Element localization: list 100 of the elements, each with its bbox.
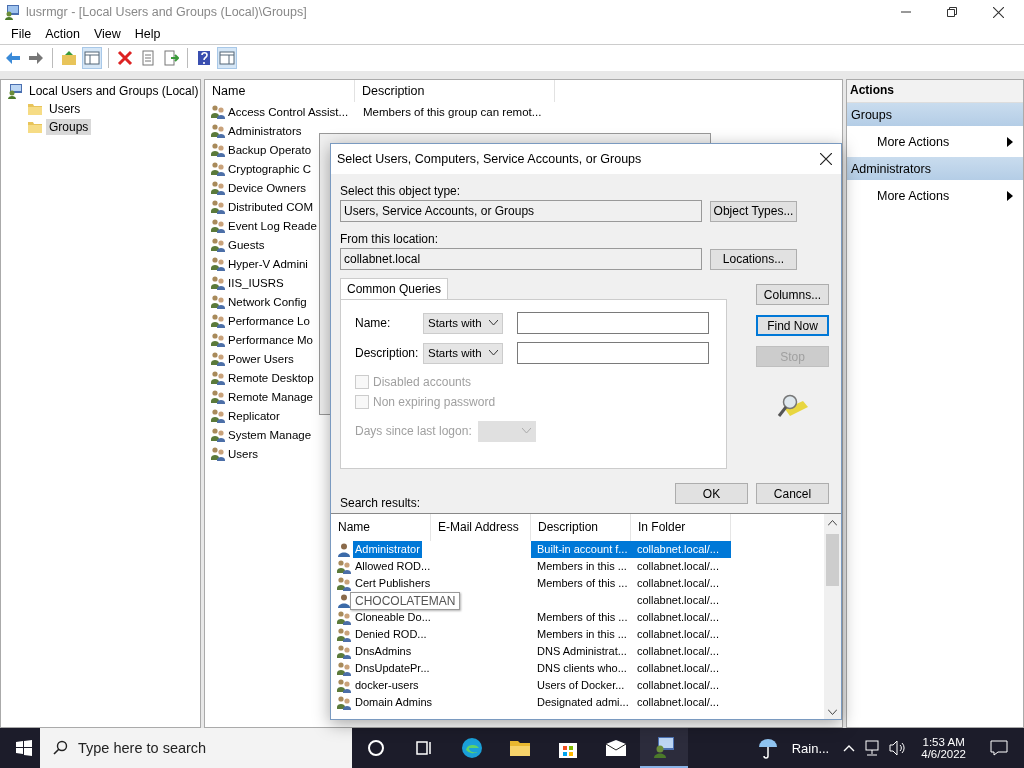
group-icon <box>210 198 226 215</box>
scroll-up-icon[interactable] <box>828 520 837 526</box>
tree-item[interactable]: Groups <box>46 119 92 135</box>
notifications-icon[interactable] <box>990 740 1008 756</box>
group-icon <box>210 312 226 329</box>
action-pane-button[interactable] <box>217 47 237 69</box>
description-input[interactable] <box>517 342 709 364</box>
group-name[interactable]: Backup Operato <box>228 143 312 156</box>
column-header[interactable]: Description <box>355 80 555 102</box>
group-icon <box>336 609 352 626</box>
tree-item[interactable]: Local Users and Groups (Local) <box>26 83 202 99</box>
result-name[interactable]: DnsUpdatePr... <box>353 660 432 677</box>
weather-text[interactable]: Rain... <box>791 740 830 756</box>
group-icon <box>210 217 226 234</box>
network-icon[interactable] <box>863 740 882 756</box>
tree-item[interactable]: Users <box>46 101 84 117</box>
group-name[interactable]: Remote Manage <box>228 390 314 403</box>
checkbox-label: Disabled accounts <box>373 375 472 389</box>
menu-item[interactable]: View <box>86 25 128 43</box>
scroll-thumb[interactable] <box>826 534 839 586</box>
group-name[interactable]: Power Users <box>228 352 294 365</box>
group-name[interactable]: Cryptographic C <box>228 162 312 175</box>
user-icon <box>336 541 352 558</box>
object-types-button[interactable]: Object Types... <box>710 200 797 222</box>
result-name[interactable]: docker-users <box>353 677 421 694</box>
locations-button[interactable]: Locations... <box>710 248 797 270</box>
group-icon <box>336 643 352 660</box>
group-name[interactable]: Access Control Assist... <box>228 105 349 118</box>
umbrella-icon[interactable] <box>757 737 778 759</box>
scrollbar[interactable] <box>824 514 841 719</box>
group-name[interactable]: Device Owners <box>228 181 306 194</box>
group-name[interactable]: Performance Lo <box>228 314 310 327</box>
result-name[interactable]: Cloneable Do... <box>353 609 433 626</box>
group-icon <box>336 558 352 575</box>
group-icon <box>210 426 226 443</box>
result-folder: collabnet.local/... <box>636 559 720 574</box>
clock-time[interactable]: 1:53 AM <box>922 736 965 748</box>
group-icon <box>210 160 226 177</box>
clock-date[interactable]: 4/6/2022 <box>921 748 966 760</box>
dialog-button[interactable]: Columns... <box>756 284 829 305</box>
scroll-down-icon[interactable] <box>828 709 837 715</box>
group-name[interactable]: Guests <box>228 238 265 251</box>
group-name[interactable]: Administrators <box>228 124 302 137</box>
group-name[interactable]: Performance Mo <box>228 333 313 346</box>
group-name[interactable]: Users <box>228 447 259 460</box>
actions-section-header[interactable]: Groups <box>847 103 1023 126</box>
group-icon <box>210 445 226 462</box>
result-name[interactable]: Domain Admins <box>353 694 435 711</box>
close-icon[interactable] <box>820 153 832 165</box>
group-name[interactable]: System Manage <box>228 428 312 441</box>
restore-icon[interactable] <box>947 7 957 17</box>
group-name[interactable]: Remote Desktop <box>228 371 314 384</box>
tree-toggle-button[interactable] <box>82 47 102 69</box>
taskbar-search-field[interactable]: Type here to search <box>40 728 352 768</box>
checkbox-label: Non expiring password <box>373 395 496 409</box>
operator-dropdown[interactable]: Starts with <box>423 342 503 364</box>
operator-dropdown[interactable]: Starts with <box>423 312 503 334</box>
name-input[interactable] <box>517 312 709 334</box>
column-header[interactable]: Name <box>205 80 355 102</box>
chevron-down-icon <box>521 428 531 434</box>
group-name[interactable]: Replicator <box>228 409 280 422</box>
result-name[interactable]: Cert Publishers <box>353 575 433 592</box>
action-item[interactable]: More Actions <box>877 134 950 149</box>
close-icon[interactable] <box>993 6 1004 18</box>
group-icon <box>210 407 226 424</box>
result-name[interactable]: DnsAdmins <box>353 643 414 660</box>
menu-item[interactable]: Action <box>38 25 87 43</box>
submenu-arrow-icon <box>1007 136 1013 147</box>
action-item[interactable]: More Actions <box>877 188 950 203</box>
tooltip: CHOCOLATEMAN <box>350 592 461 610</box>
result-name[interactable]: Denied ROD... <box>353 626 429 643</box>
taskbar-button[interactable] <box>640 728 688 768</box>
group-name[interactable]: Distributed COM <box>228 200 313 213</box>
result-folder: collabnet.local/... <box>636 610 720 625</box>
group-name[interactable]: Event Log Reade <box>228 219 317 232</box>
result-name[interactable]: Administrator <box>353 541 422 558</box>
result-name[interactable]: Allowed ROD... <box>353 558 433 575</box>
result-folder: collabnet.local/... <box>636 695 720 710</box>
group-icon <box>210 388 226 405</box>
export-button[interactable] <box>161 47 181 69</box>
start-button[interactable] <box>16 740 32 756</box>
tab[interactable]: Common Queries <box>340 278 449 299</box>
dialog-button[interactable]: Find Now <box>756 315 829 336</box>
menu-item[interactable]: Help <box>127 25 168 43</box>
app-icon <box>4 4 20 20</box>
object-type-field: Users, Service Accounts, or Groups <box>340 200 702 222</box>
result-description: Built-in account f... <box>531 541 631 558</box>
submenu-arrow-icon <box>1007 190 1013 201</box>
chevron-up-icon[interactable] <box>843 744 856 752</box>
volume-icon[interactable] <box>889 740 908 756</box>
menu-item[interactable]: File <box>4 25 39 43</box>
result-description: Members of this ... <box>536 610 629 625</box>
group-name[interactable]: Network Config <box>228 295 307 308</box>
ok-button[interactable]: OK <box>675 483 748 504</box>
group-name[interactable]: Hyper-V Admini <box>228 257 308 270</box>
column-header[interactable]: E-Mail Address <box>431 514 531 541</box>
group-name[interactable]: IIS_IUSRS <box>228 276 284 289</box>
actions-section-header[interactable]: Administrators <box>847 157 1023 180</box>
result-description: Designated admi... <box>536 695 630 710</box>
cancel-button[interactable]: Cancel <box>756 483 829 504</box>
